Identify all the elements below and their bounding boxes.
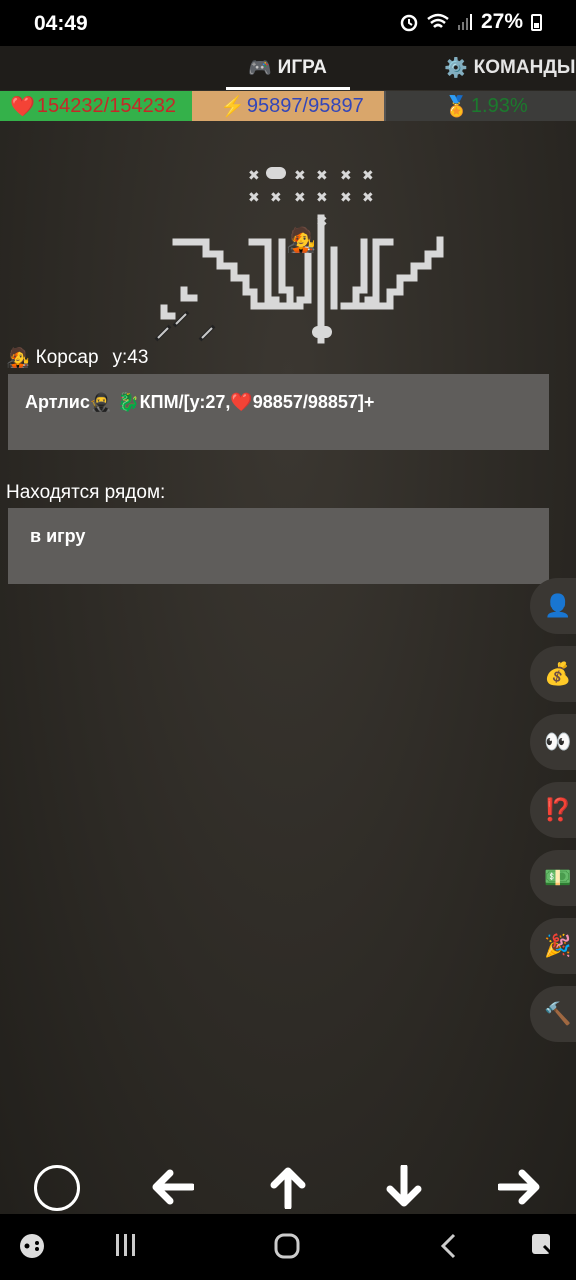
status-bar: 04:49 27%: [0, 0, 576, 46]
svg-text:✖: ✖: [362, 168, 374, 184]
action-circle-button[interactable]: [34, 1165, 80, 1211]
players-panel: Артлис🥷 🐉КПМ/[у:27,❤️98857/98857]+: [8, 374, 549, 450]
player-info: 🧑‍🎤 Корсар у:43: [6, 346, 148, 370]
tab-commands-label: КОМАНДЫ: [473, 57, 576, 78]
energy-stat: ⚡ 95897/95897: [192, 91, 384, 121]
recent-apps-icon[interactable]: [114, 1232, 138, 1258]
gamepad-icon: 🎮: [248, 58, 272, 79]
svg-text:✖: ✖: [294, 190, 306, 206]
player-entry[interactable]: Артлис🥷 🐉КПМ/[у:27,❤️98857/98857]+: [25, 392, 374, 412]
move-down-button[interactable]: [382, 1160, 426, 1214]
status-time: 04:49: [34, 12, 88, 35]
tab-game-label: ИГРА: [277, 57, 327, 78]
battery-icon: [531, 13, 542, 31]
xp-stat: 🏅 1.93%: [384, 91, 576, 121]
svg-text:✖: ✖: [248, 168, 260, 184]
status-icons: 27%: [399, 10, 542, 34]
exclamation-question-icon: ⁉️: [544, 797, 572, 822]
hp-value: 154232/154232: [36, 94, 176, 117]
nearby-panel: в игру: [8, 508, 549, 584]
person-icon: 👤: [544, 593, 572, 618]
party-popper-icon: 🎉: [544, 933, 572, 958]
money-bag-icon: 💰: [544, 661, 572, 686]
system-nav-bar: [0, 1214, 576, 1280]
home-icon[interactable]: [273, 1232, 301, 1260]
energy-value: 95897/95897: [246, 94, 364, 117]
keyboard-toggle-icon[interactable]: [530, 1232, 556, 1260]
svg-text:✖: ✖: [316, 214, 328, 230]
movement-controls: [0, 1160, 576, 1214]
svg-text:✖: ✖: [316, 190, 328, 206]
svg-text:✖: ✖: [362, 190, 374, 206]
lightning-icon: ⚡: [220, 95, 245, 118]
move-right-button[interactable]: [496, 1160, 544, 1214]
arrow-down-icon: [386, 1165, 422, 1207]
signal-icon: [457, 14, 472, 30]
nearby-label: Находятся рядом:: [6, 482, 166, 503]
wifi-icon: [427, 13, 449, 28]
player-avatar-icon: 🧑‍🎤: [6, 348, 30, 369]
heart-icon: ❤️: [10, 95, 35, 118]
arrow-right-icon: [498, 1169, 540, 1205]
alarm-icon: [400, 14, 418, 32]
xp-value: 1.93%: [470, 94, 528, 117]
hp-stat: ❤️ 154232/154232: [0, 91, 192, 121]
active-tab-indicator: [226, 87, 350, 90]
player-avatar: 🧑‍🎤: [286, 225, 316, 254]
svg-text:✖: ✖: [340, 168, 352, 184]
eyes-icon: 👀: [544, 729, 572, 754]
stats-bar: ❤️ 154232/154232 ⚡ 95897/95897 🏅 1.93%: [0, 91, 576, 121]
tab-commands[interactable]: ⚙️ КОМАНДЫ: [444, 46, 575, 90]
hammer-icon: 🔨: [544, 1001, 572, 1026]
map-dots: ✖ ✖ ✖ ✖ ✖ ✖ ✖ ✖ ✖ ✖ ✖ ✖: [248, 168, 374, 230]
tab-bar: 🎮 ИГРА ⚙️ КОМАНДЫ: [0, 46, 576, 90]
svg-text:✖: ✖: [270, 190, 282, 206]
medal-icon: 🏅: [444, 95, 469, 118]
move-up-button[interactable]: [266, 1160, 310, 1214]
gear-icon: ⚙️: [444, 58, 468, 79]
svg-text:✖: ✖: [316, 168, 328, 184]
game-map[interactable]: ✖ ✖ ✖ ✖ ✖ ✖ ✖ ✖ ✖ ✖ ✖ ✖ 🧑‍🎤: [150, 150, 460, 350]
nearby-entry[interactable]: в игру: [30, 526, 85, 546]
svg-text:✖: ✖: [340, 190, 352, 206]
svg-text:✖: ✖: [248, 190, 260, 206]
gamepad-nav-icon[interactable]: [18, 1232, 46, 1260]
svg-text:✖: ✖: [294, 168, 306, 184]
player-level: у:43: [112, 347, 149, 368]
tab-game[interactable]: 🎮 ИГРА: [248, 46, 327, 90]
player-name: Корсар: [35, 347, 99, 368]
move-left-button[interactable]: [148, 1160, 196, 1214]
arrow-up-icon: [270, 1167, 306, 1209]
banknote-icon: 💵: [544, 865, 572, 890]
battery-percent: 27%: [480, 10, 523, 33]
arrow-left-icon: [152, 1169, 194, 1205]
back-icon[interactable]: [438, 1232, 460, 1260]
